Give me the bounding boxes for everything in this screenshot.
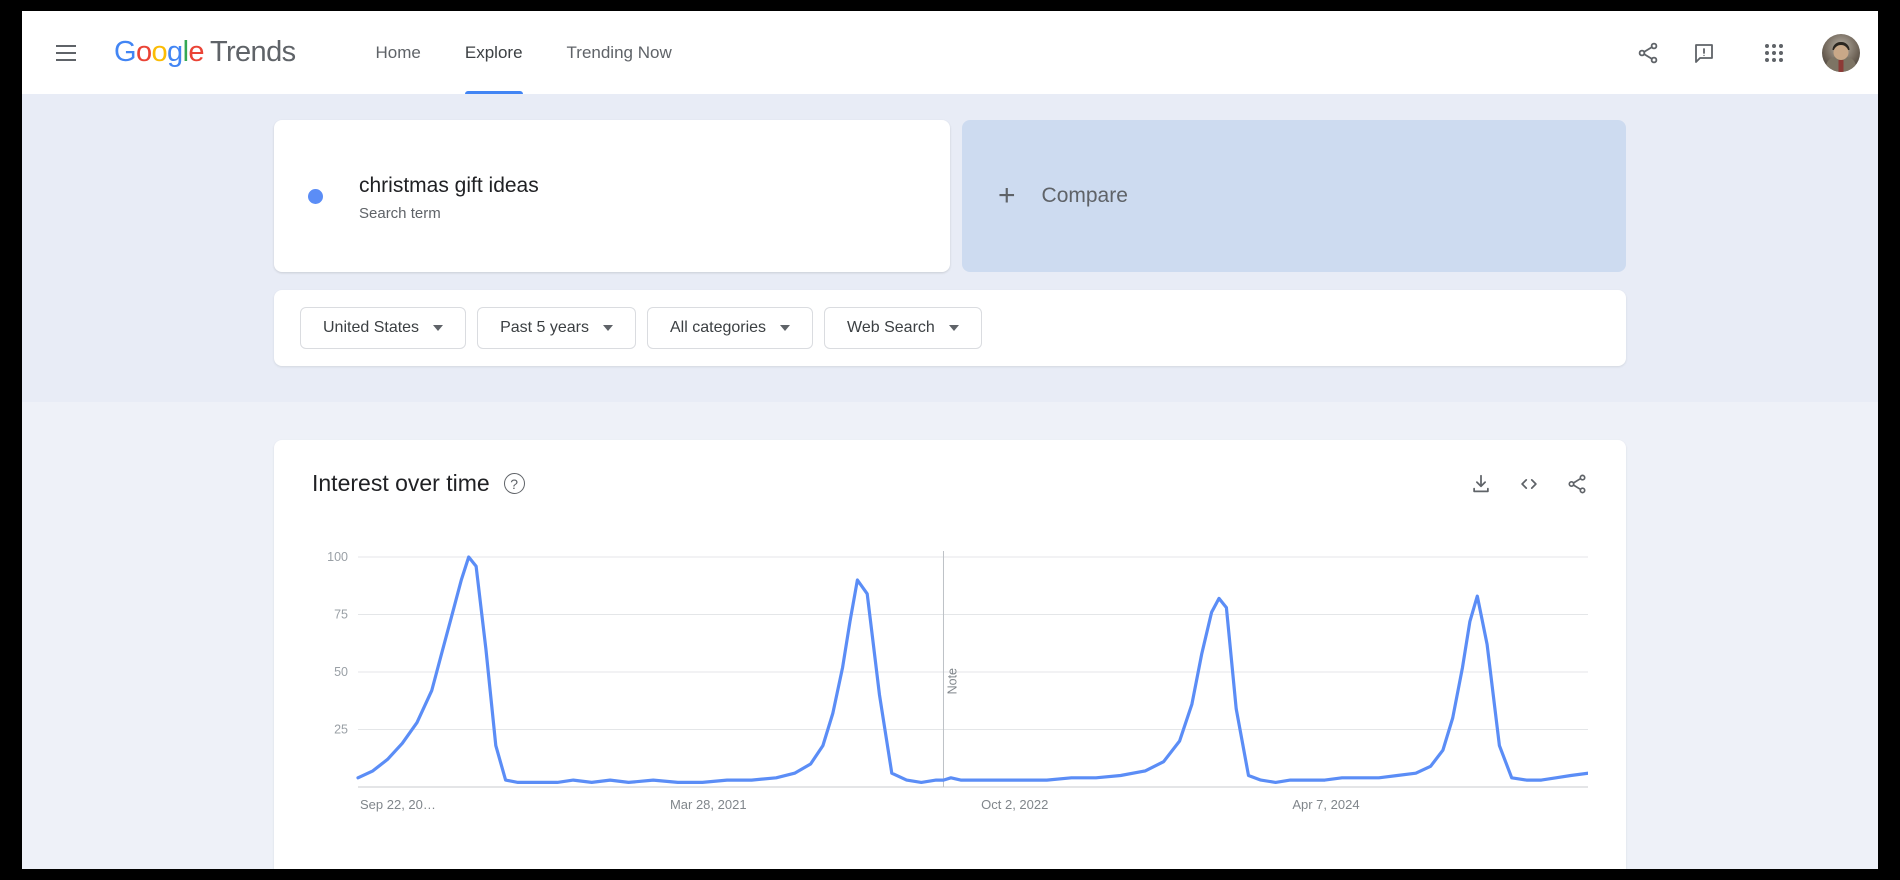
chevron-down-icon (433, 325, 443, 331)
filter-bar: United States Past 5 years All categorie… (274, 290, 1626, 366)
search-term-card[interactable]: christmas gift ideas Search term (274, 120, 950, 272)
google-trends-logo[interactable]: GoogleTrends (114, 36, 296, 69)
chart-x-axis-labels: Sep 22, 20… Mar 28, 2021 Oct 2, 2022 Apr 7,… (360, 797, 1360, 812)
chart-y-axis-labels: 100 75 50 25 (327, 550, 348, 737)
query-cards-row: christmas gift ideas Search term + Compa… (274, 120, 1626, 272)
logo-letter-o1: o (136, 36, 152, 68)
share-icon[interactable] (1624, 29, 1672, 77)
plus-icon: + (998, 181, 1016, 211)
search-term-label: christmas gift ideas (359, 170, 539, 202)
hamburger-menu-icon[interactable] (46, 33, 86, 73)
filter-time-range[interactable]: Past 5 years (477, 307, 636, 349)
compare-button[interactable]: + Compare (962, 120, 1626, 272)
filter-location[interactable]: United States (300, 307, 466, 349)
svg-text:Note: Note (945, 668, 959, 694)
chart-series-line (358, 557, 1588, 782)
filter-search-type-label: Web Search (847, 319, 935, 337)
filter-category[interactable]: All categories (647, 307, 813, 349)
feedback-icon[interactable] (1680, 29, 1728, 77)
filter-search-type[interactable]: Web Search (824, 307, 982, 349)
svg-text:Sep 22, 20…: Sep 22, 20… (360, 797, 436, 812)
filter-category-label: All categories (670, 319, 766, 337)
app-header: GoogleTrends Home Explore Trending Now (22, 11, 1878, 94)
query-section: christmas gift ideas Search term + Compa… (22, 94, 1878, 402)
chart-note-annotation: Note (943, 551, 959, 787)
filter-location-label: United States (323, 319, 419, 337)
search-term-texts: christmas gift ideas Search term (359, 170, 539, 222)
search-term-type: Search term (359, 205, 539, 222)
logo-letter-o2: o (152, 36, 168, 68)
share-icon[interactable] (1566, 473, 1588, 495)
embed-code-icon[interactable] (1518, 473, 1540, 495)
chevron-down-icon (949, 325, 959, 331)
download-icon[interactable] (1470, 473, 1492, 495)
nav-item-home[interactable]: Home (354, 11, 443, 94)
nav-item-explore[interactable]: Explore (443, 11, 545, 94)
chart-section: Interest over time ? (22, 402, 1878, 869)
logo-product-name: Trends (210, 36, 296, 68)
svg-text:75: 75 (334, 608, 348, 622)
svg-text:25: 25 (334, 723, 348, 737)
chart-header: Interest over time ? (312, 470, 1588, 497)
help-icon[interactable]: ? (504, 473, 525, 494)
interest-over-time-card: Interest over time ? (274, 440, 1626, 869)
app-frame: GoogleTrends Home Explore Trending Now (22, 11, 1878, 869)
logo-letter-g2: g (167, 36, 183, 68)
logo-letter-g: G (114, 36, 136, 68)
svg-text:Mar 28, 2021: Mar 28, 2021 (670, 797, 747, 812)
chevron-down-icon (603, 325, 613, 331)
avatar[interactable] (1822, 34, 1860, 72)
svg-text:Apr 7, 2024: Apr 7, 2024 (1292, 797, 1359, 812)
logo-letter-e: e (188, 36, 204, 68)
chevron-down-icon (780, 325, 790, 331)
compare-label: Compare (1042, 184, 1128, 208)
chart-title: Interest over time (312, 470, 490, 497)
nav-item-trending-now[interactable]: Trending Now (545, 11, 694, 94)
chart-gridlines (358, 557, 1588, 787)
main-navigation: Home Explore Trending Now (354, 11, 694, 94)
filter-time-range-label: Past 5 years (500, 319, 589, 337)
svg-text:Oct 2, 2022: Oct 2, 2022 (981, 797, 1048, 812)
svg-text:50: 50 (334, 665, 348, 679)
apps-grid-icon[interactable] (1750, 29, 1798, 77)
interest-over-time-chart[interactable]: 100 75 50 25 Note Sep 22, 20… Mar 28, 2021 Oc… (312, 549, 1588, 829)
header-actions (1624, 29, 1860, 77)
svg-text:100: 100 (327, 550, 348, 564)
chart-plot-area[interactable]: 100 75 50 25 Note Sep 22, 20… Mar 28, 2021 Oc… (312, 549, 1588, 829)
series-color-dot (308, 189, 323, 204)
chart-toolbar (1470, 473, 1588, 495)
